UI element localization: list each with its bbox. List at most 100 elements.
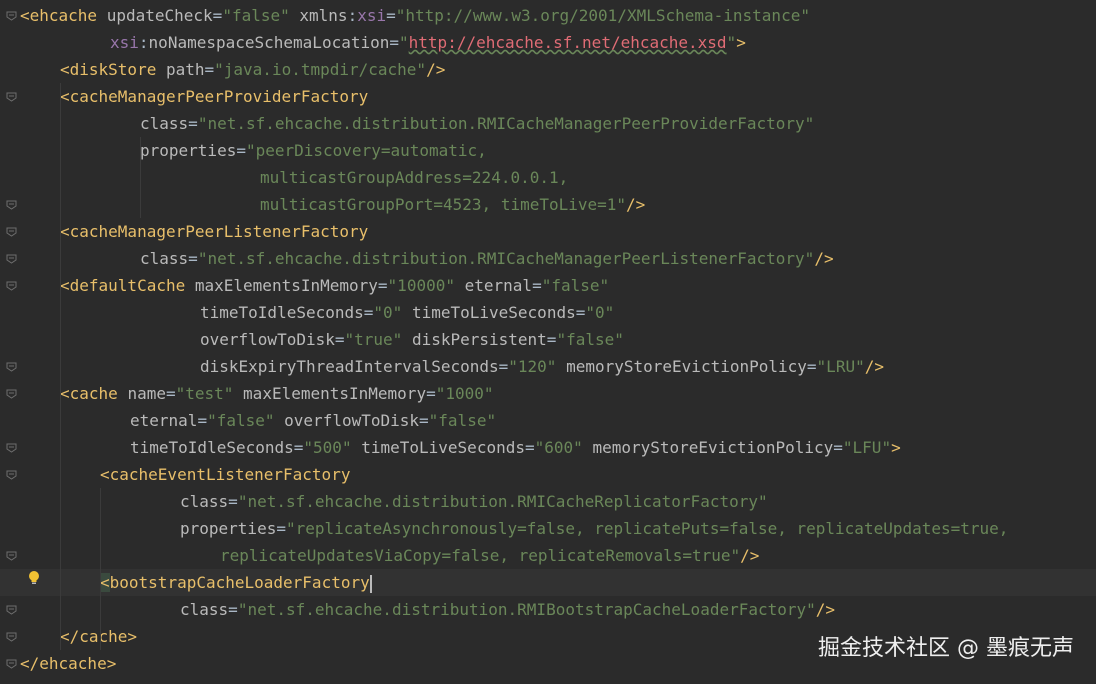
- code-line[interactable]: <cacheManagerPeerListenerFactory: [0, 218, 1096, 245]
- fold-marker-icon[interactable]: [6, 469, 17, 480]
- code-token: >: [736, 33, 746, 52]
- code-line[interactable]: class="net.sf.ehcache.distribution.RMICa…: [0, 110, 1096, 137]
- code-text[interactable]: timeToIdleSeconds="500" timeToLiveSecond…: [130, 434, 901, 461]
- code-token: =: [165, 384, 176, 403]
- code-line[interactable]: class="net.sf.ehcache.distribution.RMICa…: [0, 488, 1096, 515]
- code-line[interactable]: <defaultCache maxElementsInMemory="10000…: [0, 272, 1096, 299]
- code-text[interactable]: <cacheManagerPeerListenerFactory: [60, 218, 368, 245]
- code-line[interactable]: class="net.sf.ehcache.distribution.RMICa…: [0, 245, 1096, 272]
- fold-marker-icon[interactable]: [6, 199, 17, 210]
- code-line[interactable]: <cache name="test" maxElementsInMemory="…: [0, 380, 1096, 407]
- code-token: "LFU": [842, 438, 892, 457]
- code-text[interactable]: <cache name="test" maxElementsInMemory="…: [60, 380, 494, 407]
- code-line[interactable]: timeToIdleSeconds="500" timeToLiveSecond…: [0, 434, 1096, 461]
- code-text[interactable]: class="net.sf.ehcache.distribution.RMICa…: [140, 110, 814, 137]
- code-text[interactable]: class="net.sf.ehcache.distribution.RMICa…: [140, 245, 834, 272]
- code-text[interactable]: multicastGroupAddress=224.0.0.1,: [260, 164, 568, 191]
- code-line[interactable]: <ehcache updateCheck="false" xmlns:xsi="…: [0, 2, 1096, 29]
- code-token: =: [575, 303, 586, 322]
- fold-marker-icon[interactable]: [6, 442, 17, 453]
- code-token: "0": [585, 303, 615, 322]
- code-text[interactable]: </ehcache>: [20, 650, 116, 677]
- code-token: eternal: [464, 276, 533, 295]
- code-token: ": [399, 33, 409, 52]
- code-line[interactable]: eternal="false" overflowToDisk="false": [0, 407, 1096, 434]
- code-line[interactable]: properties="replicateAsynchronously=fals…: [0, 515, 1096, 542]
- fold-marker-icon[interactable]: [6, 658, 17, 669]
- code-token: memoryStoreEvictionPolicy: [566, 357, 807, 376]
- code-text[interactable]: </cache>: [60, 623, 137, 650]
- code-line[interactable]: properties="peerDiscovery=automatic,: [0, 137, 1096, 164]
- code-token: =: [188, 249, 198, 268]
- code-token: "120": [508, 357, 557, 376]
- code-token: class: [140, 114, 189, 133]
- code-text[interactable]: overflowToDisk="true" diskPersistent="fa…: [200, 326, 624, 353]
- fold-marker-icon[interactable]: [6, 550, 17, 561]
- code-line[interactable]: class="net.sf.ehcache.distribution.RMIBo…: [0, 596, 1096, 623]
- code-line[interactable]: diskExpiryThreadIntervalSeconds="120" me…: [0, 353, 1096, 380]
- code-text[interactable]: properties="replicateAsynchronously=fals…: [180, 515, 1008, 542]
- lightbulb-icon[interactable]: [26, 570, 42, 586]
- code-token: diskExpiryThreadIntervalSeconds: [200, 357, 499, 376]
- code-line[interactable]: multicastGroupAddress=224.0.0.1,: [0, 164, 1096, 191]
- code-line[interactable]: <diskStore path="java.io.tmpdir/cache"/>: [0, 56, 1096, 83]
- fold-marker-icon[interactable]: [6, 280, 17, 291]
- code-token: eternal: [130, 411, 198, 430]
- code-text[interactable]: <bootstrapCacheLoaderFactory: [100, 569, 372, 596]
- fold-marker-icon[interactable]: [6, 631, 17, 642]
- code-token: "false": [428, 411, 497, 430]
- code-token: class: [180, 600, 229, 619]
- code-text[interactable]: <cacheEventListenerFactory: [100, 461, 350, 488]
- fold-marker-icon[interactable]: [6, 361, 17, 372]
- code-token: :: [138, 33, 149, 52]
- code-line[interactable]: overflowToDisk="true" diskPersistent="fa…: [0, 326, 1096, 353]
- code-text[interactable]: class="net.sf.ehcache.distribution.RMICa…: [180, 488, 768, 515]
- code-text[interactable]: xsi:noNamespaceSchemaLocation="http://eh…: [110, 29, 746, 56]
- code-token: "false": [556, 330, 624, 349]
- code-line[interactable]: <cacheEventListenerFactory: [0, 461, 1096, 488]
- code-line[interactable]: timeToIdleSeconds="0" timeToLiveSeconds=…: [0, 299, 1096, 326]
- code-token: />: [626, 195, 646, 214]
- code-text[interactable]: class="net.sf.ehcache.distribution.RMIBo…: [180, 596, 835, 623]
- code-token: =: [293, 438, 304, 457]
- fold-marker-icon[interactable]: [6, 604, 17, 615]
- code-token: "false": [207, 411, 275, 430]
- code-line[interactable]: xsi:noNamespaceSchemaLocation="http://eh…: [0, 29, 1096, 56]
- indent-guide: [140, 137, 141, 218]
- code-token: =: [498, 357, 509, 376]
- fold-marker-icon[interactable]: [6, 226, 17, 237]
- code-token: "LRU": [816, 357, 865, 376]
- code-token: />: [864, 357, 884, 376]
- code-token: timeToIdleSeconds: [130, 438, 294, 457]
- code-text[interactable]: <defaultCache maxElementsInMemory="10000…: [60, 272, 609, 299]
- code-line[interactable]: <bootstrapCacheLoaderFactory: [0, 569, 1096, 596]
- code-text[interactable]: timeToIdleSeconds="0" timeToLiveSeconds=…: [200, 299, 614, 326]
- code-token: "replicateAsynchronously=false, replicat…: [285, 519, 1009, 538]
- code-text[interactable]: replicateUpdatesViaCopy=false, replicate…: [220, 542, 759, 569]
- code-text[interactable]: eternal="false" overflowToDisk="false": [130, 407, 496, 434]
- code-token: memoryStoreEvictionPolicy: [592, 438, 834, 457]
- code-text[interactable]: <ehcache updateCheck="false" xmlns:xsi="…: [20, 2, 810, 29]
- code-text[interactable]: multicastGroupPort=4523, timeToLive=1"/>: [260, 191, 645, 218]
- code-text[interactable]: <diskStore path="java.io.tmpdir/cache"/>: [60, 56, 445, 83]
- code-editor[interactable]: <ehcache updateCheck="false" xmlns:xsi="…: [0, 0, 1096, 684]
- fold-marker-icon[interactable]: [6, 388, 17, 399]
- code-line[interactable]: multicastGroupPort=4523, timeToLive=1"/>: [0, 191, 1096, 218]
- code-text[interactable]: diskExpiryThreadIntervalSeconds="120" me…: [200, 353, 884, 380]
- code-line[interactable]: <cacheManagerPeerProviderFactory: [0, 83, 1096, 110]
- code-text[interactable]: <cacheManagerPeerProviderFactory: [60, 83, 368, 110]
- fold-marker-icon[interactable]: [6, 91, 17, 102]
- fold-marker-icon[interactable]: [6, 253, 17, 264]
- code-line[interactable]: replicateUpdatesViaCopy=false, replicate…: [0, 542, 1096, 569]
- indent-guide: [60, 83, 61, 650]
- code-text[interactable]: properties="peerDiscovery=automatic,: [140, 137, 487, 164]
- code-token: multicastGroupAddress=224.0.0.1,: [260, 168, 569, 187]
- code-token: "1000": [435, 384, 494, 403]
- fold-marker-icon[interactable]: [6, 10, 17, 21]
